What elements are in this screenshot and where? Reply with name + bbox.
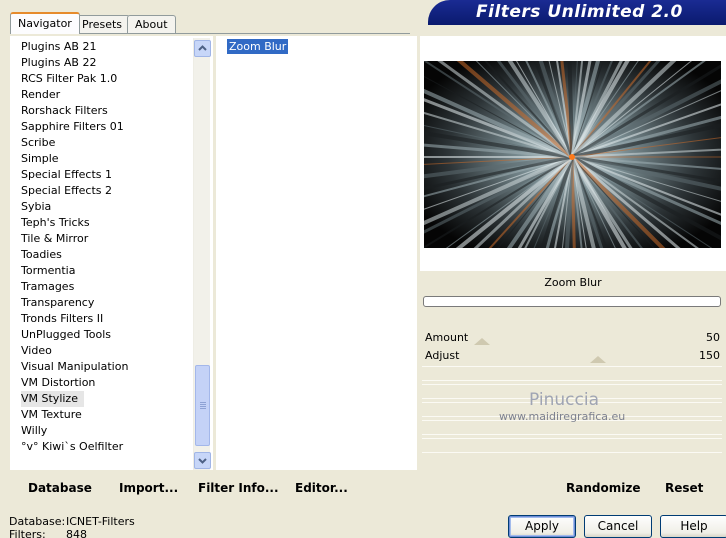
- control-value-amount: 50: [706, 331, 720, 344]
- app-title-banner: Filters Unlimited 2.0: [428, 0, 726, 25]
- watermark-url: www.maidiregrafica.eu: [499, 410, 626, 423]
- category-item[interactable]: Visual Manipulation: [21, 359, 193, 375]
- tab-navigator[interactable]: Navigator: [10, 12, 80, 34]
- database-button[interactable]: Database: [28, 481, 92, 495]
- category-item[interactable]: Video: [21, 343, 193, 359]
- category-item-label: Video: [21, 344, 52, 357]
- category-item[interactable]: Plugins AB 22: [21, 55, 193, 71]
- status-filters-label: Filters:: [9, 528, 46, 538]
- category-item[interactable]: Special Effects 1: [21, 167, 193, 183]
- category-item[interactable]: VM Stylize: [21, 391, 193, 407]
- category-item-label: VM Texture: [21, 408, 82, 421]
- category-item[interactable]: Tramages: [21, 279, 193, 295]
- chevron-up-icon: [198, 45, 207, 51]
- empty-control-row: [422, 366, 722, 381]
- category-item[interactable]: Render: [21, 87, 193, 103]
- watermark-title: Pinuccia: [529, 390, 599, 410]
- scroll-down-button[interactable]: [194, 452, 211, 469]
- randomize-button[interactable]: Randomize: [566, 481, 640, 495]
- category-list[interactable]: Plugins AB 21 Plugins AB 22 RCS Filter Pak…: [21, 39, 193, 455]
- status-database-value: ICNET-Filters: [66, 515, 135, 528]
- category-item[interactable]: Toadies: [21, 247, 193, 263]
- filter-list-panel: [216, 36, 417, 470]
- category-item[interactable]: Plugins AB 21: [21, 39, 193, 55]
- control-label-amount: Amount: [425, 331, 469, 344]
- current-filter-label: Zoom Blur: [544, 276, 602, 289]
- category-item-label: Sybia: [21, 200, 52, 213]
- category-item-label: Special Effects 2: [21, 184, 113, 197]
- category-item[interactable]: Tronds Filters II: [21, 311, 193, 327]
- category-item[interactable]: °v° Kiwi`s Oelfilter: [21, 439, 193, 455]
- progress-bar: [423, 296, 721, 307]
- category-item-label: Tramages: [21, 280, 75, 293]
- category-item[interactable]: VM Texture: [21, 407, 193, 423]
- status-filters-value: 848: [66, 528, 87, 538]
- import-button[interactable]: Import...: [119, 481, 178, 495]
- tab-about[interactable]: About: [127, 15, 176, 34]
- category-item[interactable]: Teph's Tricks: [21, 215, 193, 231]
- category-item-label: Special Effects 1: [21, 168, 113, 181]
- control-label-adjust: Adjust: [425, 349, 460, 362]
- category-item-label: Tormentia: [21, 264, 76, 277]
- slider-marker-adjust[interactable]: [590, 356, 606, 363]
- empty-control-row: [422, 438, 722, 453]
- apply-button[interactable]: Apply: [508, 515, 576, 538]
- category-item[interactable]: RCS Filter Pak 1.0: [21, 71, 193, 87]
- category-item-label: Plugins AB 21: [21, 40, 97, 53]
- category-item[interactable]: Transparency: [21, 295, 193, 311]
- control-row-adjust[interactable]: Adjust 150: [422, 346, 722, 364]
- cancel-button[interactable]: Cancel: [584, 515, 652, 538]
- category-item-label: RCS Filter Pak 1.0: [21, 72, 118, 85]
- reset-button[interactable]: Reset: [665, 481, 703, 495]
- category-item-label: VM Stylize: [21, 391, 84, 407]
- status-database-label: Database:: [9, 515, 66, 528]
- chevron-down-icon: [198, 458, 207, 464]
- preview-image: [424, 61, 721, 248]
- category-item[interactable]: Tormentia: [21, 263, 193, 279]
- category-item[interactable]: Sybia: [21, 199, 193, 215]
- category-item[interactable]: Scribe: [21, 135, 193, 151]
- category-item-label: Willy: [21, 424, 48, 437]
- scroll-up-button[interactable]: [194, 40, 211, 57]
- category-item-label: Rorshack Filters: [21, 104, 108, 117]
- category-item[interactable]: Special Effects 2: [21, 183, 193, 199]
- category-item[interactable]: UnPlugged Tools: [21, 327, 193, 343]
- editor-button[interactable]: Editor...: [295, 481, 348, 495]
- category-item[interactable]: VM Distortion: [21, 375, 193, 391]
- control-row-amount[interactable]: Amount 50: [422, 328, 722, 346]
- category-item-label: Tronds Filters II: [21, 312, 104, 325]
- category-item-label: °v° Kiwi`s Oelfilter: [21, 440, 124, 453]
- category-item-label: Toadies: [21, 248, 62, 261]
- slider-marker-amount[interactable]: [474, 338, 490, 345]
- help-button[interactable]: Help: [660, 515, 726, 538]
- category-item-label: Transparency: [21, 296, 95, 309]
- category-scrollbar[interactable]: [193, 38, 211, 470]
- filter-info-button[interactable]: Filter Info...: [198, 481, 279, 495]
- category-item[interactable]: Rorshack Filters: [21, 103, 193, 119]
- category-item-label: Simple: [21, 152, 59, 165]
- scroll-thumb[interactable]: [195, 365, 210, 446]
- category-item[interactable]: Sapphire Filters 01: [21, 119, 193, 135]
- category-item[interactable]: Willy: [21, 423, 193, 439]
- category-item-label: Teph's Tricks: [21, 216, 90, 229]
- category-item-label: Sapphire Filters 01: [21, 120, 124, 133]
- category-item-label: Plugins AB 22: [21, 56, 97, 69]
- tab-presets[interactable]: Presets: [74, 15, 131, 34]
- category-item-label: Render: [21, 88, 61, 101]
- filter-item-zoom-blur[interactable]: Zoom Blur: [227, 39, 289, 54]
- category-item[interactable]: Simple: [21, 151, 193, 167]
- category-item-label: Tile & Mirror: [21, 232, 89, 245]
- category-item-label: Scribe: [21, 136, 56, 149]
- category-item-label: VM Distortion: [21, 376, 96, 389]
- zoom-blur-preview-graphic: [424, 61, 721, 248]
- control-value-adjust: 150: [699, 349, 720, 362]
- category-item[interactable]: Tile & Mirror: [21, 231, 193, 247]
- category-item-label: Visual Manipulation: [21, 360, 129, 373]
- category-item-label: UnPlugged Tools: [21, 328, 111, 341]
